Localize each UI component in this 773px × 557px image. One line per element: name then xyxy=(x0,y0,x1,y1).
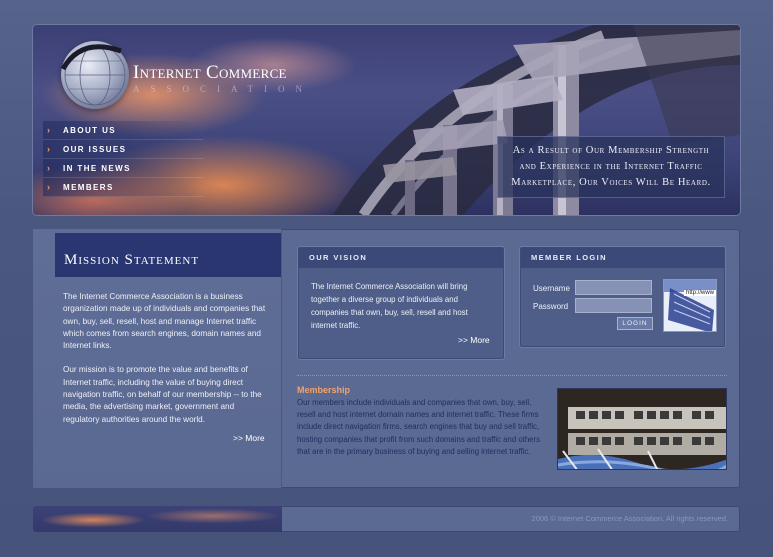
mission-more-link[interactable]: >> More xyxy=(233,433,265,443)
content-area: OUR VISION The Internet Commerce Associa… xyxy=(283,229,740,488)
header-banner: Internet Commerce ASSOCIATION › ABOUT US… xyxy=(33,25,740,215)
mission-text: The Internet Commerce Association is a b… xyxy=(63,291,268,438)
vision-box: OUR VISION The Internet Commerce Associa… xyxy=(298,247,504,359)
login-title: MEMBER LOGIN xyxy=(521,248,724,268)
mission-column: Mission Statement The Internet Commerce … xyxy=(33,229,282,488)
mission-paragraph: Our mission is to promote the value and … xyxy=(63,365,262,424)
section-divider xyxy=(297,375,727,376)
slogan-line: and Experience in the Internet Traffic xyxy=(519,161,703,172)
chevron-right-icon: › xyxy=(47,144,52,154)
vision-title: OUR VISION xyxy=(299,248,503,268)
login-button[interactable]: LOGIN xyxy=(617,317,653,330)
main-nav: › ABOUT US › OUR ISSUES › IN THE NEWS › … xyxy=(43,121,203,197)
chevron-right-icon: › xyxy=(47,125,52,135)
password-label: Password xyxy=(533,302,569,311)
password-input[interactable] xyxy=(575,298,652,313)
nav-item-about-us[interactable]: › ABOUT US xyxy=(43,121,203,140)
slogan-line: Marketplace, Our Voices Will Be Heard. xyxy=(511,177,711,188)
logo-title: Internet Commerce xyxy=(133,62,287,83)
mission-paragraph: The Internet Commerce Association is a b… xyxy=(63,292,266,351)
header-slogan: As a Result of Our Membership Strength a… xyxy=(497,136,725,198)
vision-text: The Internet Commerce Association will b… xyxy=(311,282,468,330)
nav-item-label: ABOUT US xyxy=(63,126,116,135)
nav-item-label: MEMBERS xyxy=(63,183,114,192)
footer-sky-image xyxy=(33,506,282,532)
nav-item-label: OUR ISSUES xyxy=(63,145,127,154)
member-login-box: MEMBER LOGIN Username Password LOGIN htt… xyxy=(520,247,725,347)
browser-url-text: http://www xyxy=(684,290,716,296)
browser-window-icon xyxy=(664,280,716,331)
username-input[interactable] xyxy=(575,280,652,295)
membership-text: Our members include individuals and comp… xyxy=(297,398,540,456)
globe-logo-icon xyxy=(61,41,129,109)
browser-thumbnail-image: http://www xyxy=(663,279,717,332)
vision-more-link[interactable]: >> More xyxy=(458,335,490,345)
nav-item-label: IN THE NEWS xyxy=(63,164,131,173)
chevron-right-icon: › xyxy=(47,182,52,192)
network-switch-image xyxy=(557,388,727,470)
main-panel: Mission Statement The Internet Commerce … xyxy=(33,229,740,488)
chevron-right-icon: › xyxy=(47,163,52,173)
nav-item-in-the-news[interactable]: › IN THE NEWS xyxy=(43,159,203,178)
username-label: Username xyxy=(533,284,570,293)
logo-subtitle: ASSOCIATION xyxy=(133,84,314,94)
membership-title: Membership xyxy=(297,385,351,395)
server-rack-icon xyxy=(558,389,726,469)
slogan-line: As a Result of Our Membership Strength xyxy=(512,145,710,156)
mission-title: Mission Statement xyxy=(55,233,281,277)
footer: 2006 © Internet Commerce Association. Al… xyxy=(33,506,740,532)
nav-item-our-issues[interactable]: › OUR ISSUES xyxy=(43,140,203,159)
nav-item-members[interactable]: › MEMBERS xyxy=(43,178,203,197)
copyright-text: 2006 © Internet Commerce Association. Al… xyxy=(531,514,728,523)
